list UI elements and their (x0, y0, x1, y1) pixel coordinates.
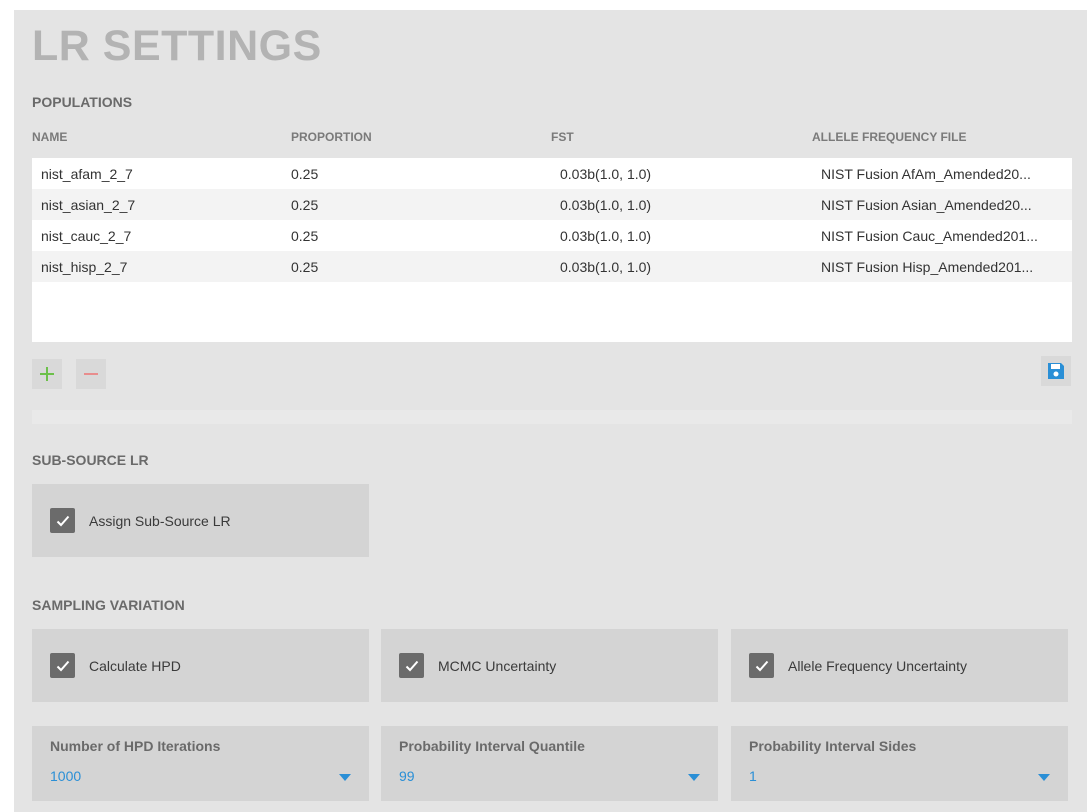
minus-icon (84, 373, 98, 375)
populations-table: nist_afam_2_7 0.25 0.03b(1.0, 1.0) NIST … (32, 158, 1072, 342)
cell-name: nist_cauc_2_7 (41, 228, 132, 244)
table-row[interactable]: nist_afam_2_7 0.25 0.03b(1.0, 1.0) NIST … (32, 158, 1072, 189)
page-title: LR SETTINGS (32, 22, 322, 70)
dropdown-value[interactable]: 1000 (50, 768, 81, 784)
check-icon (755, 660, 768, 671)
checkbox-label: Allele Frequency Uncertainty (788, 657, 967, 674)
allele-frequency-uncertainty-checkbox[interactable]: Allele Frequency Uncertainty (731, 629, 1068, 702)
dropdown-label: Number of HPD Iterations (50, 738, 221, 754)
checkbox-label: Assign Sub-Source LR (89, 512, 231, 529)
caret-down-icon[interactable] (688, 774, 700, 781)
cell-fst: 0.03b(1.0, 1.0) (560, 228, 652, 244)
check-icon (56, 515, 69, 526)
dropdown-label: Probability Interval Sides (749, 738, 917, 754)
check-icon (405, 660, 418, 671)
sampling-variation-heading: SAMPLING VARIATION (32, 597, 185, 613)
table-row[interactable]: nist_hisp_2_7 0.25 0.03b(1.0, 1.0) NIST … (32, 251, 1072, 282)
dropdown-value[interactable]: 1 (749, 768, 757, 784)
sub-source-heading: SUB-SOURCE LR (32, 452, 149, 468)
populations-heading: POPULATIONS (32, 94, 133, 110)
save-icon (1048, 363, 1064, 379)
checkbox-label: MCMC Uncertainty (438, 657, 557, 674)
table-row[interactable]: nist_cauc_2_7 0.25 0.03b(1.0, 1.0) NIST … (32, 220, 1072, 251)
table-row[interactable]: nist_asian_2_7 0.25 0.03b(1.0, 1.0) NIST… (32, 189, 1072, 220)
caret-down-icon[interactable] (339, 774, 351, 781)
checkbox[interactable] (50, 508, 75, 533)
cell-name: nist_afam_2_7 (41, 166, 133, 182)
checkbox[interactable] (749, 653, 774, 678)
column-header-fst[interactable]: FST (551, 130, 574, 144)
mcmc-uncertainty-checkbox[interactable]: MCMC Uncertainty (381, 629, 718, 702)
checkbox-label: Calculate HPD (89, 657, 181, 674)
dropdown-value[interactable]: 99 (399, 768, 415, 784)
caret-down-icon[interactable] (1038, 774, 1050, 781)
cell-proportion: 0.25 (291, 166, 319, 182)
column-header-allele-frequency-file[interactable]: ALLELE FREQUENCY FILE (812, 130, 966, 144)
assign-sub-source-checkbox[interactable]: Assign Sub-Source LR (32, 484, 369, 557)
column-header-name[interactable]: NAME (32, 130, 67, 144)
save-button[interactable] (1041, 356, 1071, 386)
plus-icon (40, 367, 54, 381)
probability-interval-sides-dropdown[interactable]: Probability Interval Sides 1 (731, 726, 1068, 801)
dropdown-label: Probability Interval Quantile (399, 738, 585, 754)
column-header-proportion[interactable]: PROPORTION (291, 130, 372, 144)
cell-allele-frequency-file: NIST Fusion Hisp_Amended201... (821, 259, 1034, 275)
hpd-iterations-dropdown[interactable]: Number of HPD Iterations 1000 (32, 726, 369, 801)
calculate-hpd-checkbox[interactable]: Calculate HPD (32, 629, 369, 702)
checkbox[interactable] (399, 653, 424, 678)
add-population-button[interactable] (32, 359, 62, 389)
checkbox[interactable] (50, 653, 75, 678)
cell-name: nist_hisp_2_7 (41, 259, 128, 275)
cell-allele-frequency-file: NIST Fusion Cauc_Amended201... (821, 228, 1038, 244)
cell-proportion: 0.25 (291, 197, 319, 213)
cell-fst: 0.03b(1.0, 1.0) (560, 197, 652, 213)
cell-fst: 0.03b(1.0, 1.0) (560, 166, 652, 182)
lr-settings-panel: LR SETTINGS POPULATIONS NAME PROPORTION … (14, 10, 1087, 812)
cell-allele-frequency-file: NIST Fusion Asian_Amended20... (821, 197, 1032, 213)
cell-fst: 0.03b(1.0, 1.0) (560, 259, 652, 275)
cell-allele-frequency-file: NIST Fusion AfAm_Amended20... (821, 166, 1031, 182)
check-icon (56, 660, 69, 671)
cell-name: nist_asian_2_7 (41, 197, 136, 213)
cell-proportion: 0.25 (291, 228, 319, 244)
remove-population-button[interactable] (76, 359, 106, 389)
section-divider (32, 410, 1072, 424)
probability-interval-quantile-dropdown[interactable]: Probability Interval Quantile 99 (381, 726, 718, 801)
cell-proportion: 0.25 (291, 259, 319, 275)
